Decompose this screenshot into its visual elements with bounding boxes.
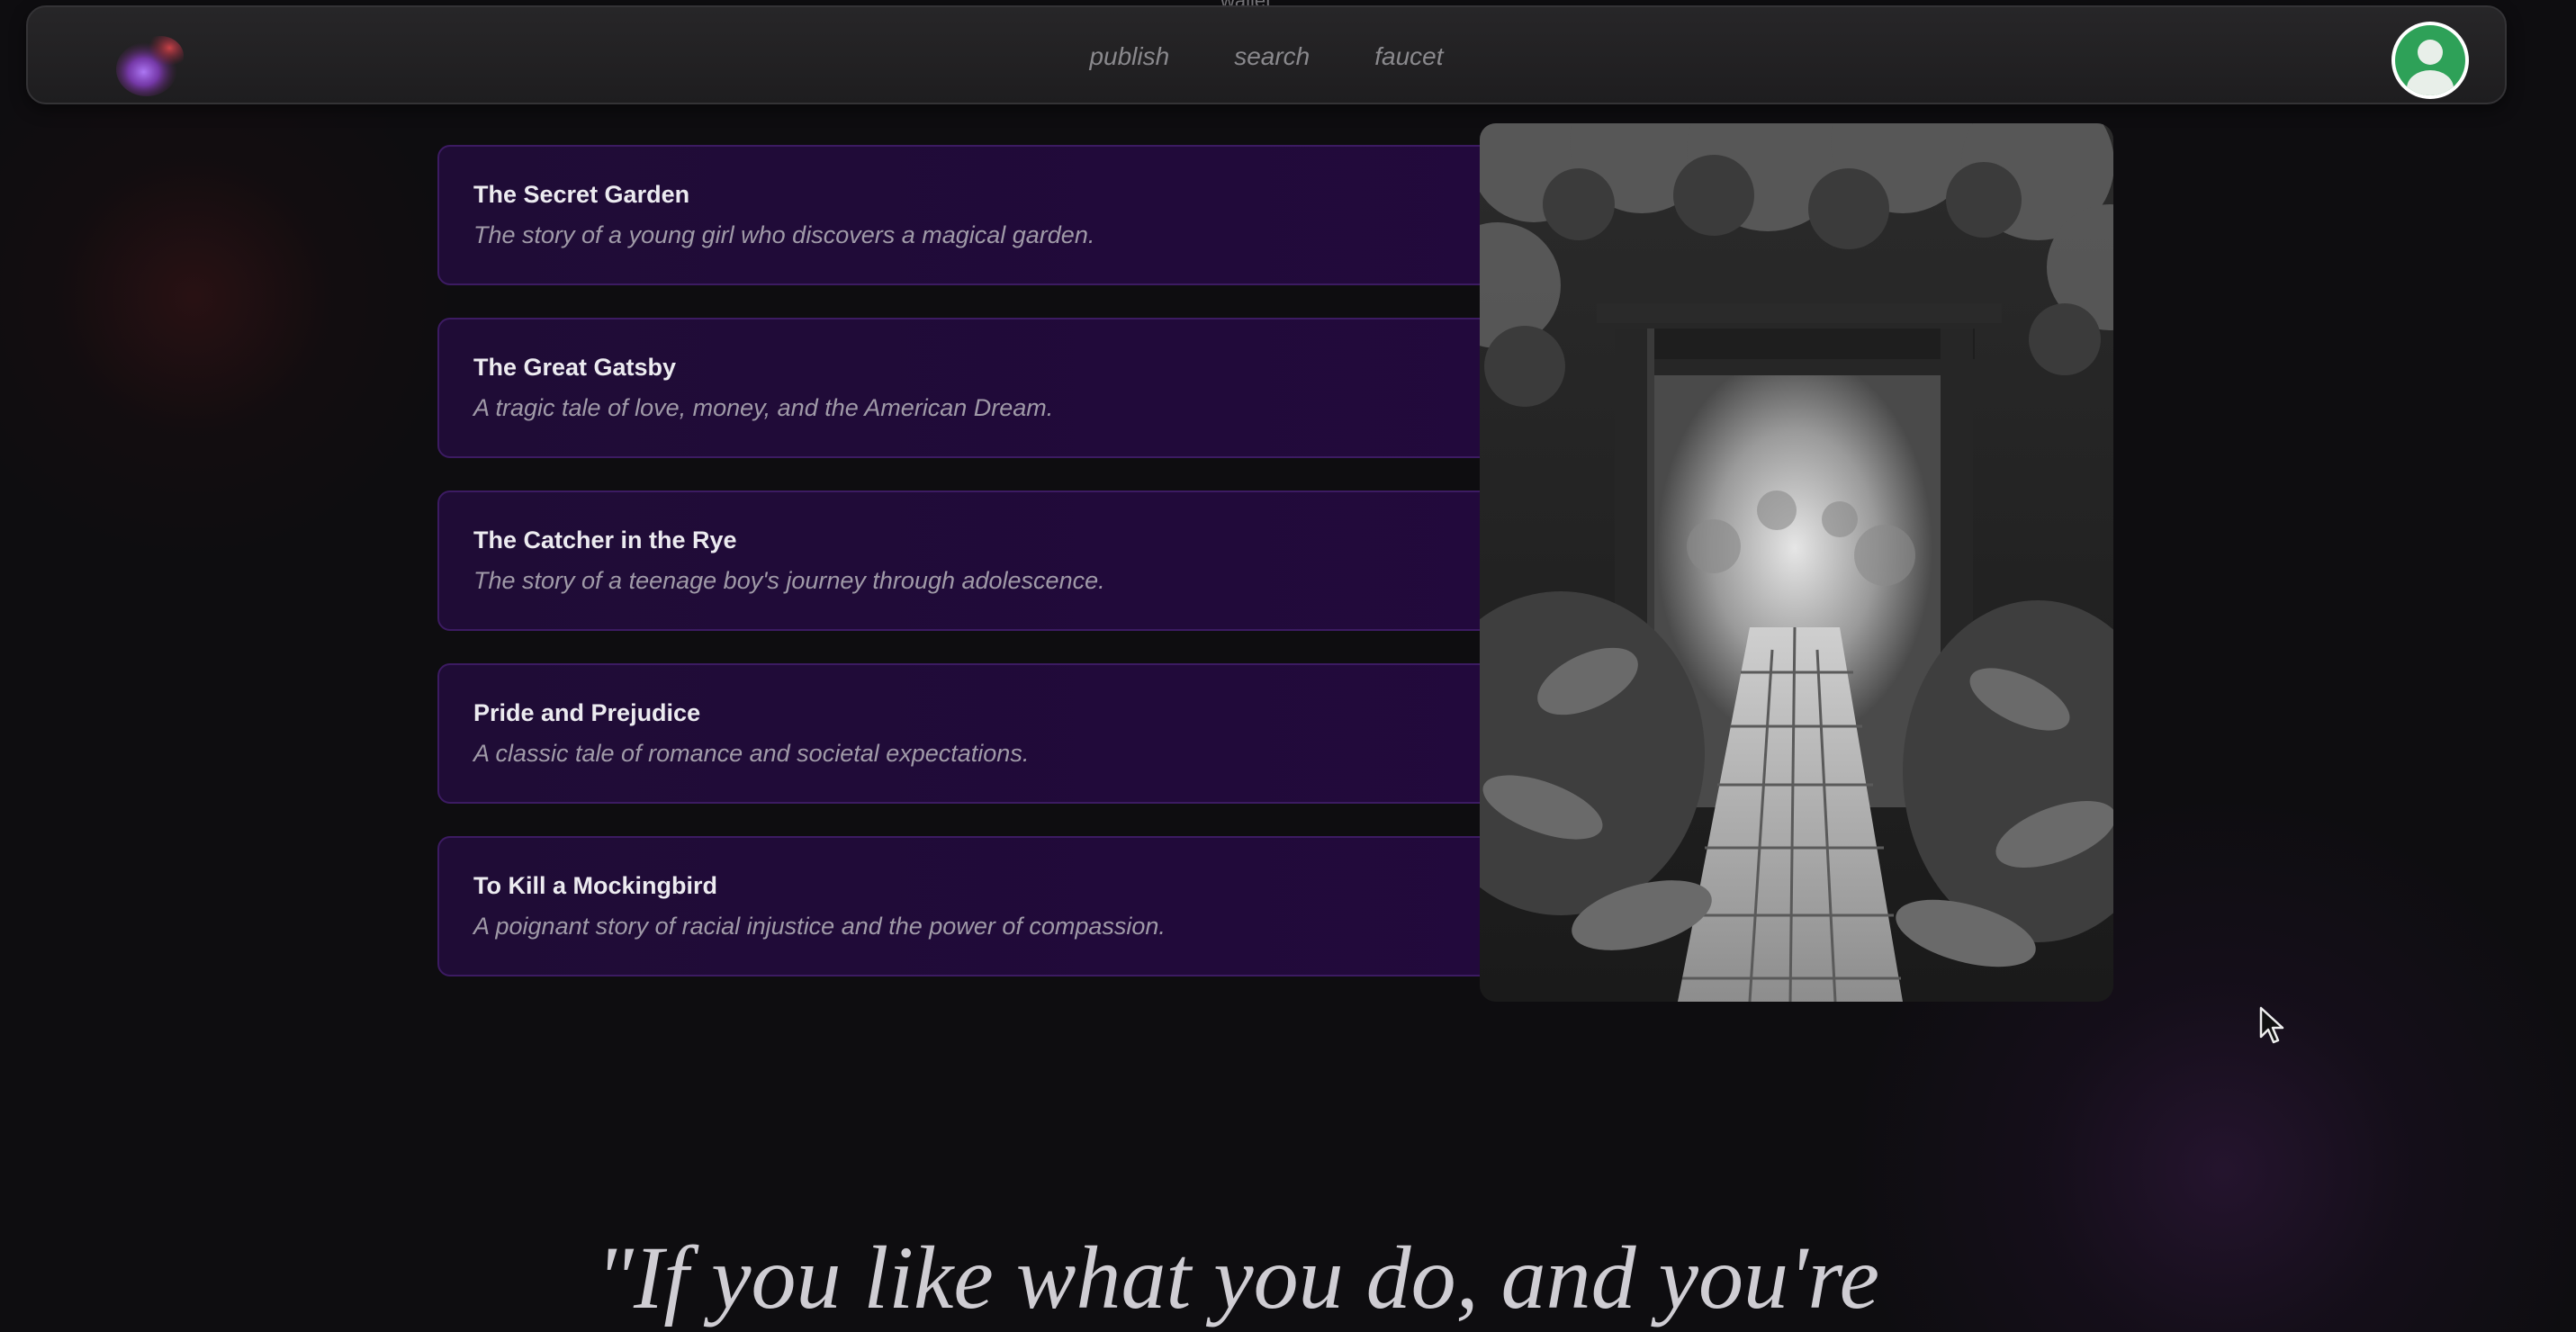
nav-link-faucet[interactable]: faucet	[1374, 42, 1443, 71]
book-card[interactable]: The Great Gatsby A tragic tale of love, …	[437, 318, 1543, 458]
book-title: To Kill a Mockingbird	[473, 872, 718, 899]
nav-link-publish[interactable]: publish	[1089, 42, 1169, 71]
mouse-pointer-icon	[2259, 1006, 2286, 1046]
top-navbar: publish search faucet	[26, 5, 2507, 104]
user-avatar-icon[interactable]	[2391, 22, 2469, 99]
book-card[interactable]: Pride and Prejudice A classic tale of ro…	[437, 663, 1543, 804]
book-card[interactable]: To Kill a Mockingbird A poignant story o…	[437, 836, 1543, 976]
nav-link-search[interactable]: search	[1234, 42, 1310, 71]
book-title: The Great Gatsby	[473, 354, 677, 381]
book-list: The Secret Garden The story of a young g…	[437, 145, 1543, 976]
book-card[interactable]: The Catcher in the Rye The story of a te…	[437, 490, 1543, 631]
book-title: The Catcher in the Rye	[473, 526, 737, 554]
avatar-circle	[2395, 25, 2465, 95]
book-title: The Secret Garden	[473, 181, 690, 208]
page: wallet publi	[0, 0, 2576, 1332]
book-card[interactable]: The Secret Garden The story of a young g…	[437, 145, 1543, 285]
book-description: A tragic tale of love, money, and the Am…	[473, 394, 1054, 421]
book-title: Pride and Prejudice	[473, 699, 701, 726]
garden-image	[1480, 123, 2113, 1002]
book-description: A classic tale of romance and societal e…	[473, 740, 1030, 767]
book-description: A poignant story of racial injustice and…	[473, 913, 1166, 940]
logo-icon[interactable]	[111, 29, 188, 106]
nav-links: publish search faucet	[28, 7, 2505, 106]
book-description: The story of a teenage boy's journey thr…	[473, 567, 1105, 594]
book-description: The story of a young girl who discovers …	[473, 221, 1095, 248]
quote-text: "If you like what you do, and you're	[596, 1228, 1880, 1328]
